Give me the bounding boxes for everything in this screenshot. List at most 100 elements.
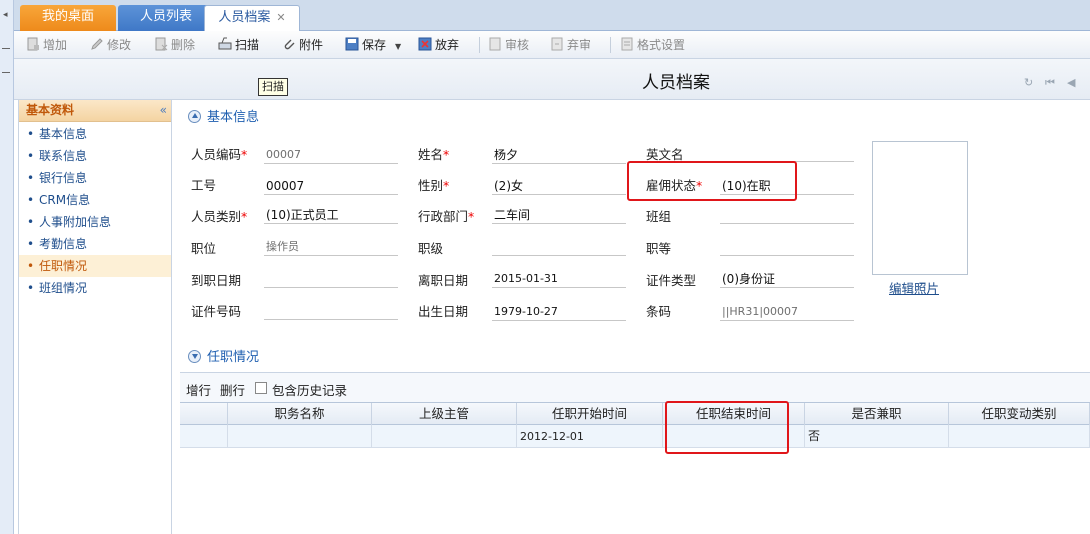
dept-label: 行政部门* <box>418 206 474 225</box>
cell-start-date[interactable]: 2012-12-01 <box>517 425 663 448</box>
id-type-label: 证件类型 <box>646 273 697 288</box>
cell-supervisor[interactable] <box>372 425 517 448</box>
discard-button[interactable]: 放弃 <box>418 36 459 54</box>
add-row-button[interactable]: 增行 <box>186 380 211 399</box>
delete-button[interactable]: 删除 <box>154 36 195 54</box>
leave-date-field[interactable]: 2015-01-31 <box>492 270 626 288</box>
prev-record-icon[interactable]: ◀ <box>1067 76 1075 89</box>
chevron-left-icon[interactable]: ◂ <box>3 10 8 20</box>
delete-row-button[interactable]: 删行 <box>220 380 245 399</box>
tab-my-desktop[interactable]: 我的桌面 <box>20 5 116 31</box>
first-record-icon[interactable]: ⏮ <box>1045 76 1055 90</box>
format-settings-icon <box>621 37 633 51</box>
barcode-field[interactable]: ||HR31|00007 <box>720 303 854 321</box>
sidebar-item-label: 考勤信息 <box>39 237 88 251</box>
entry-date-field[interactable] <box>264 270 398 288</box>
en-name-field[interactable] <box>720 144 854 162</box>
gender-select[interactable]: (2)女 <box>492 177 626 195</box>
birth-date-field[interactable]: 1979-10-27 <box>492 303 626 321</box>
sidebar: 基本资料 « • 基本信息 • 联系信息 • 银行信息 • CRM信息 • 人事附加信息 … <box>18 100 172 534</box>
bullet-icon: • <box>27 171 35 185</box>
divider <box>2 72 10 73</box>
format-settings-button[interactable]: 格式设置 <box>620 36 685 54</box>
edit-button-label: 修改 <box>107 38 132 52</box>
entry-date-label: 到职日期 <box>191 273 242 288</box>
label-text: 人员类别 <box>191 209 242 224</box>
label-text: 性别 <box>418 178 444 193</box>
divider <box>479 37 480 53</box>
leave-date-label: 离职日期 <box>418 273 469 288</box>
sidebar-item-attendance-info[interactable]: • 考勤信息 <box>19 233 171 255</box>
team-field[interactable] <box>720 206 854 224</box>
discard-icon <box>418 37 432 51</box>
scan-button[interactable]: 扫描 <box>218 36 259 54</box>
save-button[interactable]: 保存 ▼ <box>345 36 401 54</box>
collapse-icon[interactable]: « <box>160 100 167 121</box>
tab-person-list[interactable]: 人员列表 <box>118 5 214 31</box>
unaudit-button[interactable]: 弃审 <box>550 36 591 54</box>
close-icon[interactable]: ✕ <box>276 11 285 24</box>
cell-change-type[interactable] <box>949 425 1090 448</box>
name-field[interactable]: 杨夕 <box>492 146 626 164</box>
sidebar-item-label: 人事附加信息 <box>39 215 112 229</box>
collapse-section-icon[interactable] <box>188 110 201 123</box>
grade-field[interactable] <box>720 238 854 256</box>
id-type-select[interactable]: (0)身份证 <box>720 270 854 288</box>
column-header[interactable]: 职务名称 <box>228 403 372 425</box>
sidebar-item-basic-info[interactable]: • 基本信息 <box>19 123 171 145</box>
audit-icon <box>489 37 501 51</box>
barcode-label: 条码 <box>646 304 672 319</box>
sidebar-title: 基本资料 <box>26 103 75 117</box>
id-no-field[interactable] <box>264 302 398 320</box>
column-header[interactable]: 任职变动类别 <box>949 403 1090 425</box>
tab-label: 我的桌面 <box>41 9 94 24</box>
page-title: 人员档案 <box>642 73 710 93</box>
basic-info-section-header[interactable]: 基本信息 <box>188 109 259 127</box>
sidebar-item-bank-info[interactable]: • 银行信息 <box>19 167 171 189</box>
table-row[interactable]: 2012-12-01 否 <box>180 425 1090 448</box>
bullet-icon: • <box>27 281 35 295</box>
emp-code-label: 人员编码* <box>191 144 247 163</box>
cell-part-time[interactable]: 否 <box>805 425 949 448</box>
bullet-icon: • <box>27 215 35 229</box>
emp-code-field[interactable]: 00007 <box>264 146 398 164</box>
dept-field[interactable]: 二车间 <box>492 206 626 224</box>
position-field[interactable]: 操作员 <box>264 238 398 256</box>
rank-field[interactable] <box>492 238 626 256</box>
sidebar-item-hr-extra-info[interactable]: • 人事附加信息 <box>19 211 171 233</box>
main-panel: 基本信息 人员编码* 00007 姓名* 杨夕 英文名 工号 00007 性别*… <box>172 100 1090 534</box>
audit-button[interactable]: 审核 <box>488 36 529 54</box>
add-button[interactable]: 增加 <box>26 36 67 54</box>
scanner-icon <box>218 37 232 50</box>
format-settings-button-label: 格式设置 <box>637 38 686 52</box>
emp-status-highlight <box>627 161 797 201</box>
sidebar-item-contact-info[interactable]: • 联系信息 <box>19 145 171 167</box>
job-section-header[interactable]: 任职情况 <box>188 349 259 367</box>
expand-section-icon[interactable] <box>188 350 201 363</box>
attachment-button[interactable]: 附件 <box>282 36 323 54</box>
edit-photo-link[interactable]: 编辑照片 <box>889 278 939 297</box>
emp-type-select[interactable]: (10)正式员工 <box>264 206 398 224</box>
chevron-down-icon[interactable]: ▼ <box>395 42 401 51</box>
sidebar-item-job-status[interactable]: • 任职情况 <box>19 255 171 277</box>
required-icon: * <box>241 147 248 162</box>
column-header[interactable]: 任职开始时间 <box>517 403 663 425</box>
tooltip: 扫描 <box>258 78 288 96</box>
work-no-field[interactable]: 00007 <box>264 177 398 195</box>
title-bar: 人员档案 扫描 ↻ ⏮ ◀ <box>14 59 1090 100</box>
delete-button-label: 删除 <box>171 38 196 52</box>
refresh-icon[interactable]: ↻ <box>1024 76 1033 89</box>
required-icon: * <box>468 209 475 224</box>
edit-button[interactable]: 修改 <box>90 36 131 54</box>
column-header[interactable]: 是否兼职 <box>805 403 949 425</box>
sidebar-item-team-status[interactable]: • 班组情况 <box>19 277 171 299</box>
tab-label: 人员档案 <box>218 10 271 25</box>
sidebar-item-crm-info[interactable]: • CRM信息 <box>19 189 171 211</box>
history-checkbox[interactable] <box>255 382 267 394</box>
cell-title[interactable] <box>228 425 372 448</box>
column-header[interactable]: 上级主管 <box>372 403 517 425</box>
section-title: 任职情况 <box>207 350 260 365</box>
grid-header: 职务名称 上级主管 任职开始时间 任职结束时间 是否兼职 任职变动类别 <box>180 403 1090 425</box>
add-button-label: 增加 <box>43 38 68 52</box>
tab-person-archive[interactable]: 人员档案 ✕ <box>204 5 300 32</box>
